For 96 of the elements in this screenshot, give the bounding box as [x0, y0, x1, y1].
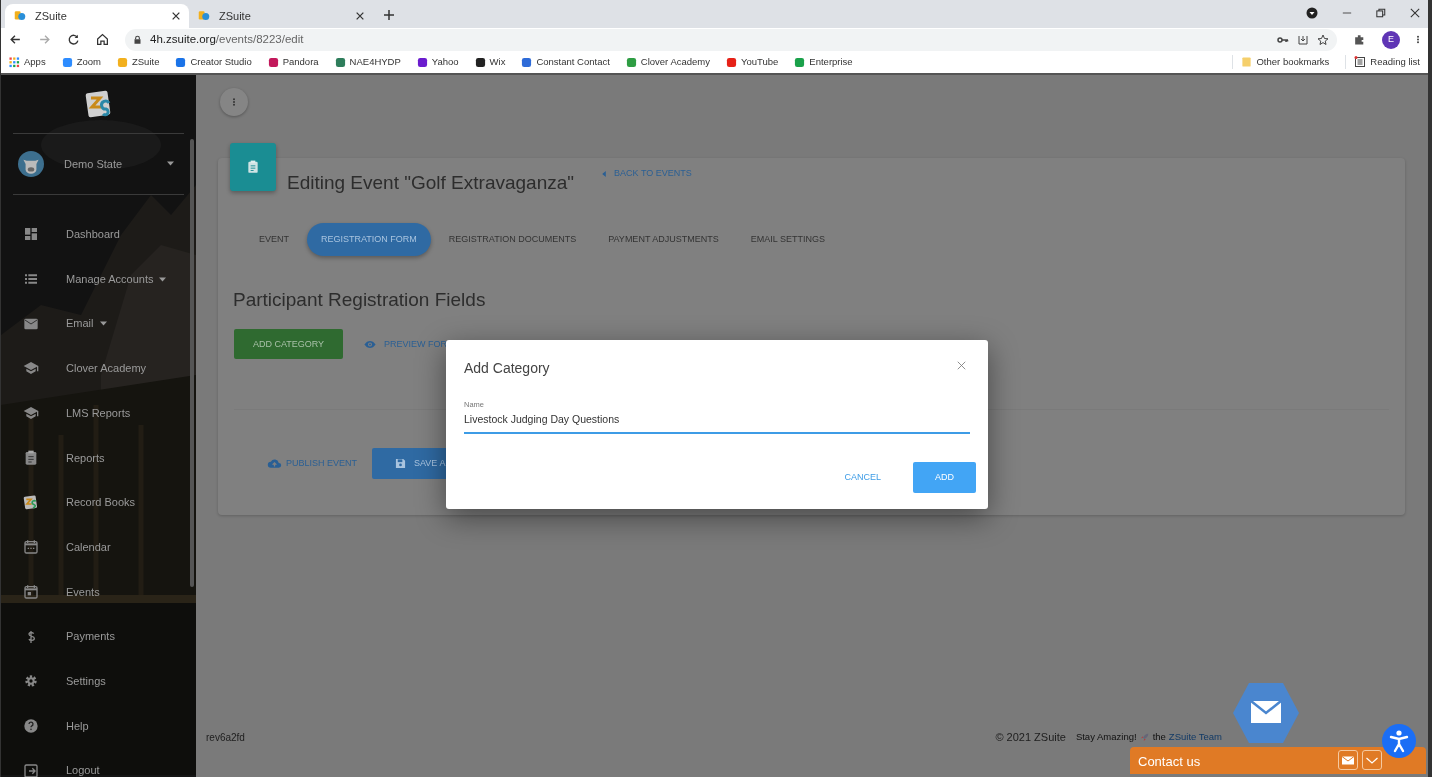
email-button[interactable]: [1338, 750, 1358, 771]
eye-icon: [364, 339, 376, 349]
profile-avatar[interactable]: E: [1382, 30, 1400, 49]
close-icon[interactable]: [355, 11, 365, 21]
site-icon: [474, 56, 486, 68]
site-icon: [521, 56, 533, 68]
calendar-icon: [23, 539, 39, 556]
new-tab-icon[interactable]: [383, 9, 395, 21]
list-icon: [23, 271, 39, 287]
account-name: Demo State: [64, 156, 124, 172]
bookmark-folder[interactable]: Other bookmarks: [1232, 55, 1330, 70]
bookmark[interactable]: Pandora: [267, 55, 319, 70]
profile-menu-icon[interactable]: [1306, 7, 1318, 19]
by-text: the: [1152, 729, 1166, 744]
reading-list-button[interactable]: Reading list: [1345, 55, 1420, 70]
restore-icon[interactable]: [1376, 8, 1386, 18]
close-icon[interactable]: [171, 11, 181, 21]
bookmark[interactable]: Constant Contact: [521, 55, 610, 70]
collapse-button[interactable]: [1362, 750, 1382, 771]
favicon-icon: [197, 9, 211, 23]
sidebar-item[interactable]: Logout: [1, 748, 196, 777]
name-field[interactable]: Livestock Judging Day Questions: [464, 412, 970, 434]
sidebar-item[interactable]: Dashboard: [1, 212, 196, 257]
add-category-button[interactable]: ADD CATEGORY: [234, 329, 343, 360]
reading-list-icon: [1354, 56, 1367, 69]
sidebar-item[interactable]: LMS Reports: [1, 390, 196, 436]
download-icon[interactable]: [1297, 33, 1309, 46]
version-text: rev6a2fd: [206, 730, 245, 745]
mail-hexagon-button[interactable]: [1233, 683, 1299, 743]
sidebar-item[interactable]: Help: [1, 703, 196, 749]
site-icon: [794, 56, 806, 68]
site-icon: [625, 56, 637, 68]
calendar-icon: [23, 583, 39, 600]
star-icon[interactable]: [1317, 33, 1329, 46]
sidebar-item[interactable]: Email: [1, 301, 196, 347]
chevron-down-icon: [1366, 757, 1378, 764]
sidebar-item[interactable]: Manage Accounts: [1, 256, 196, 302]
site-icon: [116, 56, 128, 68]
account-switcher[interactable]: Demo State: [1, 134, 196, 194]
envelope-icon: [1342, 756, 1354, 765]
cow-avatar-icon: [18, 151, 44, 177]
browser-tab[interactable]: ZSuite: [189, 4, 373, 28]
help-icon: [23, 717, 39, 734]
logo-icon: [23, 494, 39, 511]
site-icon: [416, 56, 428, 68]
bookmark[interactable]: YouTube: [726, 55, 779, 70]
apps-grid-icon: [9, 56, 20, 68]
address-bar[interactable]: 4h.zsuite.org/events/8223/edit: [125, 28, 1337, 51]
sidebar-item[interactable]: Calendar: [1, 524, 196, 570]
accessibility-button[interactable]: [1382, 724, 1416, 758]
url-text: 4h.zsuite.org/events/8223/edit: [150, 32, 304, 48]
site-icon: [334, 56, 346, 68]
rocket-icon: [1139, 732, 1150, 742]
sidebar-item[interactable]: Clover Academy: [1, 346, 196, 391]
dashboard-icon: [23, 226, 39, 243]
caret-icon: [167, 161, 174, 167]
page-title: Editing Event "Golf Extravaganza": [287, 172, 575, 195]
favicon-icon: [13, 9, 27, 23]
graduation-cap-icon: [23, 360, 39, 377]
more-icon: [232, 96, 236, 108]
caret-left-icon: [602, 171, 607, 177]
bookmark[interactable]: Creator Studio: [175, 55, 252, 70]
cloud-upload-icon: [267, 458, 282, 470]
site-icon: [61, 56, 73, 68]
section-title: Participant Registration Fields: [233, 289, 487, 313]
extensions-icon[interactable]: [1353, 33, 1366, 47]
copyright-text: © 2021 ZSuite: [995, 729, 1066, 745]
clipboard-icon: [23, 449, 39, 466]
bookmark[interactable]: Enterprise: [794, 55, 853, 70]
graduation-cap-icon: [23, 405, 39, 422]
browser-tab[interactable]: ZSuite: [5, 4, 189, 28]
bookmark[interactable]: Apps: [9, 55, 46, 70]
tagline-text: Stay Amazing!: [1075, 729, 1137, 744]
reload-icon[interactable]: [67, 33, 80, 47]
sidebar-item[interactable]: Reports: [1, 435, 196, 481]
sidebar-item[interactable]: Settings: [1, 658, 196, 704]
folder-icon: [1241, 56, 1253, 69]
site-icon: [175, 56, 187, 68]
bookmark[interactable]: Clover Academy: [625, 55, 710, 70]
back-icon[interactable]: [9, 33, 22, 47]
bookmark[interactable]: ZSuite: [116, 55, 160, 70]
sidebar-item[interactable]: Events: [1, 569, 196, 615]
bookmark[interactable]: NAE4HYDP: [334, 55, 401, 70]
bookmark[interactable]: Zoom: [61, 55, 101, 70]
home-icon[interactable]: [96, 33, 109, 47]
sidebar-item[interactable]: Payments: [1, 614, 196, 659]
modal-title: Add Category: [464, 359, 550, 378]
exit-icon: [23, 762, 39, 777]
site-icon: [726, 56, 737, 68]
bookmark[interactable]: Wix: [474, 55, 506, 70]
site-icon: [267, 56, 279, 68]
lock-icon: [133, 34, 142, 45]
clipboard-icon: [246, 159, 260, 175]
sidebar-item[interactable]: Record Books: [1, 480, 196, 525]
bookmark[interactable]: Yahoo: [416, 55, 459, 70]
close-icon[interactable]: [1410, 8, 1420, 18]
